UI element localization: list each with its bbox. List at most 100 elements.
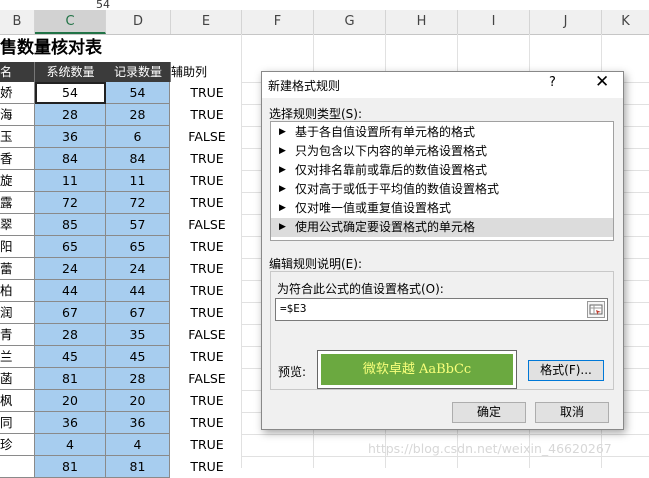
cell-system-qty[interactable]: 28 — [35, 324, 106, 346]
column-header-e[interactable]: E — [171, 10, 242, 34]
rule-type-list[interactable]: ▶ 基于各自值设置所有单元格的格式 ▶ 只为包含以下内容的单元格设置格式 ▶ 仅对排名… — [270, 121, 614, 241]
cell-helper[interactable]: TRUE — [174, 280, 240, 302]
cell-system-qty[interactable]: 84 — [35, 148, 106, 170]
cell-record-qty[interactable]: 28 — [106, 368, 170, 390]
rule-type-item[interactable]: ▶ 只为包含以下内容的单元格设置格式 — [271, 142, 613, 161]
column-header-f[interactable]: F — [242, 10, 314, 34]
cell-system-qty[interactable]: 36 — [35, 126, 106, 148]
cell-helper[interactable]: FALSE — [174, 214, 240, 236]
cell-record-qty[interactable]: 65 — [106, 236, 170, 258]
cell-record-qty[interactable]: 36 — [106, 412, 170, 434]
cell-system-qty[interactable]: 65 — [35, 236, 106, 258]
cell-name[interactable]: 海 — [0, 104, 35, 126]
cell-system-qty[interactable]: 67 — [35, 302, 106, 324]
cell-name[interactable]: 娇 — [0, 82, 35, 104]
cell-name[interactable]: 蕾 — [0, 258, 35, 280]
cell-helper[interactable]: TRUE — [174, 170, 240, 192]
cell-helper[interactable]: TRUE — [174, 82, 240, 104]
help-button[interactable]: ? — [549, 75, 556, 90]
cell-name[interactable]: 香 — [0, 148, 35, 170]
cell-helper[interactable]: TRUE — [174, 346, 240, 368]
rule-type-item[interactable]: ▶ 基于各自值设置所有单元格的格式 — [271, 123, 613, 142]
cell-name[interactable]: 柏 — [0, 280, 35, 302]
cell-system-qty[interactable]: 4 — [35, 434, 106, 456]
cell-record-qty[interactable]: 24 — [106, 258, 170, 280]
cell-system-qty[interactable]: 36 — [35, 412, 106, 434]
cell-record-qty[interactable]: 54 — [106, 82, 170, 104]
cell-helper[interactable]: TRUE — [174, 434, 240, 456]
cell-helper[interactable]: TRUE — [174, 390, 240, 412]
rule-type-item-selected[interactable]: ▶ 使用公式确定要设置格式的单元格 — [271, 218, 613, 237]
cell-record-qty[interactable]: 81 — [106, 456, 170, 478]
cell-name[interactable] — [0, 456, 35, 478]
cell-record-qty[interactable]: 6 — [106, 126, 170, 148]
cell-helper[interactable]: TRUE — [174, 412, 240, 434]
column-header-b[interactable]: B — [0, 10, 35, 34]
cell-system-qty[interactable]: 24 — [35, 258, 106, 280]
cell-name[interactable]: 玉 — [0, 126, 35, 148]
cell-record-qty[interactable]: 44 — [106, 280, 170, 302]
preview-sample: 微软卓越 AaBbCc — [321, 354, 513, 385]
triangle-right-icon: ▶ — [279, 222, 286, 232]
header-record-qty: 记录数量 — [106, 62, 171, 82]
watermark-text: https://blog.csdn.net/weixin_46620267 — [368, 441, 612, 456]
cell-record-qty[interactable]: 35 — [106, 324, 170, 346]
column-header-i[interactable]: I — [458, 10, 530, 34]
cell-record-qty[interactable]: 4 — [106, 434, 170, 456]
cell-record-qty[interactable]: 72 — [106, 192, 170, 214]
cell-name[interactable]: 润 — [0, 302, 35, 324]
formula-input[interactable]: =$E3 — [275, 298, 608, 321]
cell-helper[interactable]: TRUE — [174, 192, 240, 214]
cell-name[interactable]: 露 — [0, 192, 35, 214]
cell-helper[interactable]: FALSE — [174, 126, 240, 148]
column-header-c[interactable]: C — [35, 10, 106, 34]
cell-system-qty[interactable]: 81 — [35, 368, 106, 390]
cell-helper[interactable]: TRUE — [174, 456, 240, 478]
range-picker-icon[interactable] — [587, 301, 605, 318]
column-header-d[interactable]: D — [106, 10, 171, 34]
column-header-k[interactable]: K — [602, 10, 649, 34]
cell-system-qty[interactable]: 28 — [35, 104, 106, 126]
cell-helper[interactable]: TRUE — [174, 302, 240, 324]
column-header-h[interactable]: H — [386, 10, 458, 34]
cell-name[interactable]: 珍 — [0, 434, 35, 456]
cell-helper[interactable]: FALSE — [174, 368, 240, 390]
rule-type-item[interactable]: ▶ 仅对排名靠前或靠后的数值设置格式 — [271, 161, 613, 180]
cell-name[interactable]: 青 — [0, 324, 35, 346]
cell-helper[interactable]: FALSE — [174, 324, 240, 346]
triangle-right-icon: ▶ — [279, 127, 286, 137]
column-header-j[interactable]: J — [530, 10, 602, 34]
cell-name[interactable]: 枫 — [0, 390, 35, 412]
cell-system-qty[interactable]: 20 — [35, 390, 106, 412]
cell-system-qty[interactable]: 81 — [35, 456, 106, 478]
cell-record-qty[interactable]: 57 — [106, 214, 170, 236]
ok-button[interactable]: 确定 — [452, 402, 526, 423]
cell-system-qty[interactable]: 45 — [35, 346, 106, 368]
cell-record-qty[interactable]: 67 — [106, 302, 170, 324]
cell-record-qty[interactable]: 11 — [106, 170, 170, 192]
format-button[interactable]: 格式(F)... — [528, 360, 604, 381]
cell-system-qty[interactable]: 44 — [35, 280, 106, 302]
cell-record-qty[interactable]: 84 — [106, 148, 170, 170]
cell-system-qty[interactable]: 11 — [35, 170, 106, 192]
column-header-g[interactable]: G — [314, 10, 386, 34]
cell-record-qty[interactable]: 45 — [106, 346, 170, 368]
cell-name[interactable]: 翠 — [0, 214, 35, 236]
cell-system-qty[interactable]: 85 — [35, 214, 106, 236]
cell-name[interactable]: 旋 — [0, 170, 35, 192]
cell-helper[interactable]: TRUE — [174, 148, 240, 170]
cell-helper[interactable]: TRUE — [174, 258, 240, 280]
cell-name[interactable]: 兰 — [0, 346, 35, 368]
cell-name[interactable]: 菡 — [0, 368, 35, 390]
close-button[interactable]: ✕ — [595, 72, 609, 92]
cell-record-qty[interactable]: 20 — [106, 390, 170, 412]
cancel-button[interactable]: 取消 — [535, 402, 609, 423]
rule-type-item[interactable]: ▶ 仅对高于或低于平均值的数值设置格式 — [271, 180, 613, 199]
rule-type-item[interactable]: ▶ 仅对唯一值或重复值设置格式 — [271, 199, 613, 218]
cell-system-qty[interactable]: 72 — [35, 192, 106, 214]
cell-helper[interactable]: TRUE — [174, 104, 240, 126]
cell-name[interactable]: 同 — [0, 412, 35, 434]
cell-record-qty[interactable]: 28 — [106, 104, 170, 126]
cell-helper[interactable]: TRUE — [174, 236, 240, 258]
cell-name[interactable]: 阳 — [0, 236, 35, 258]
